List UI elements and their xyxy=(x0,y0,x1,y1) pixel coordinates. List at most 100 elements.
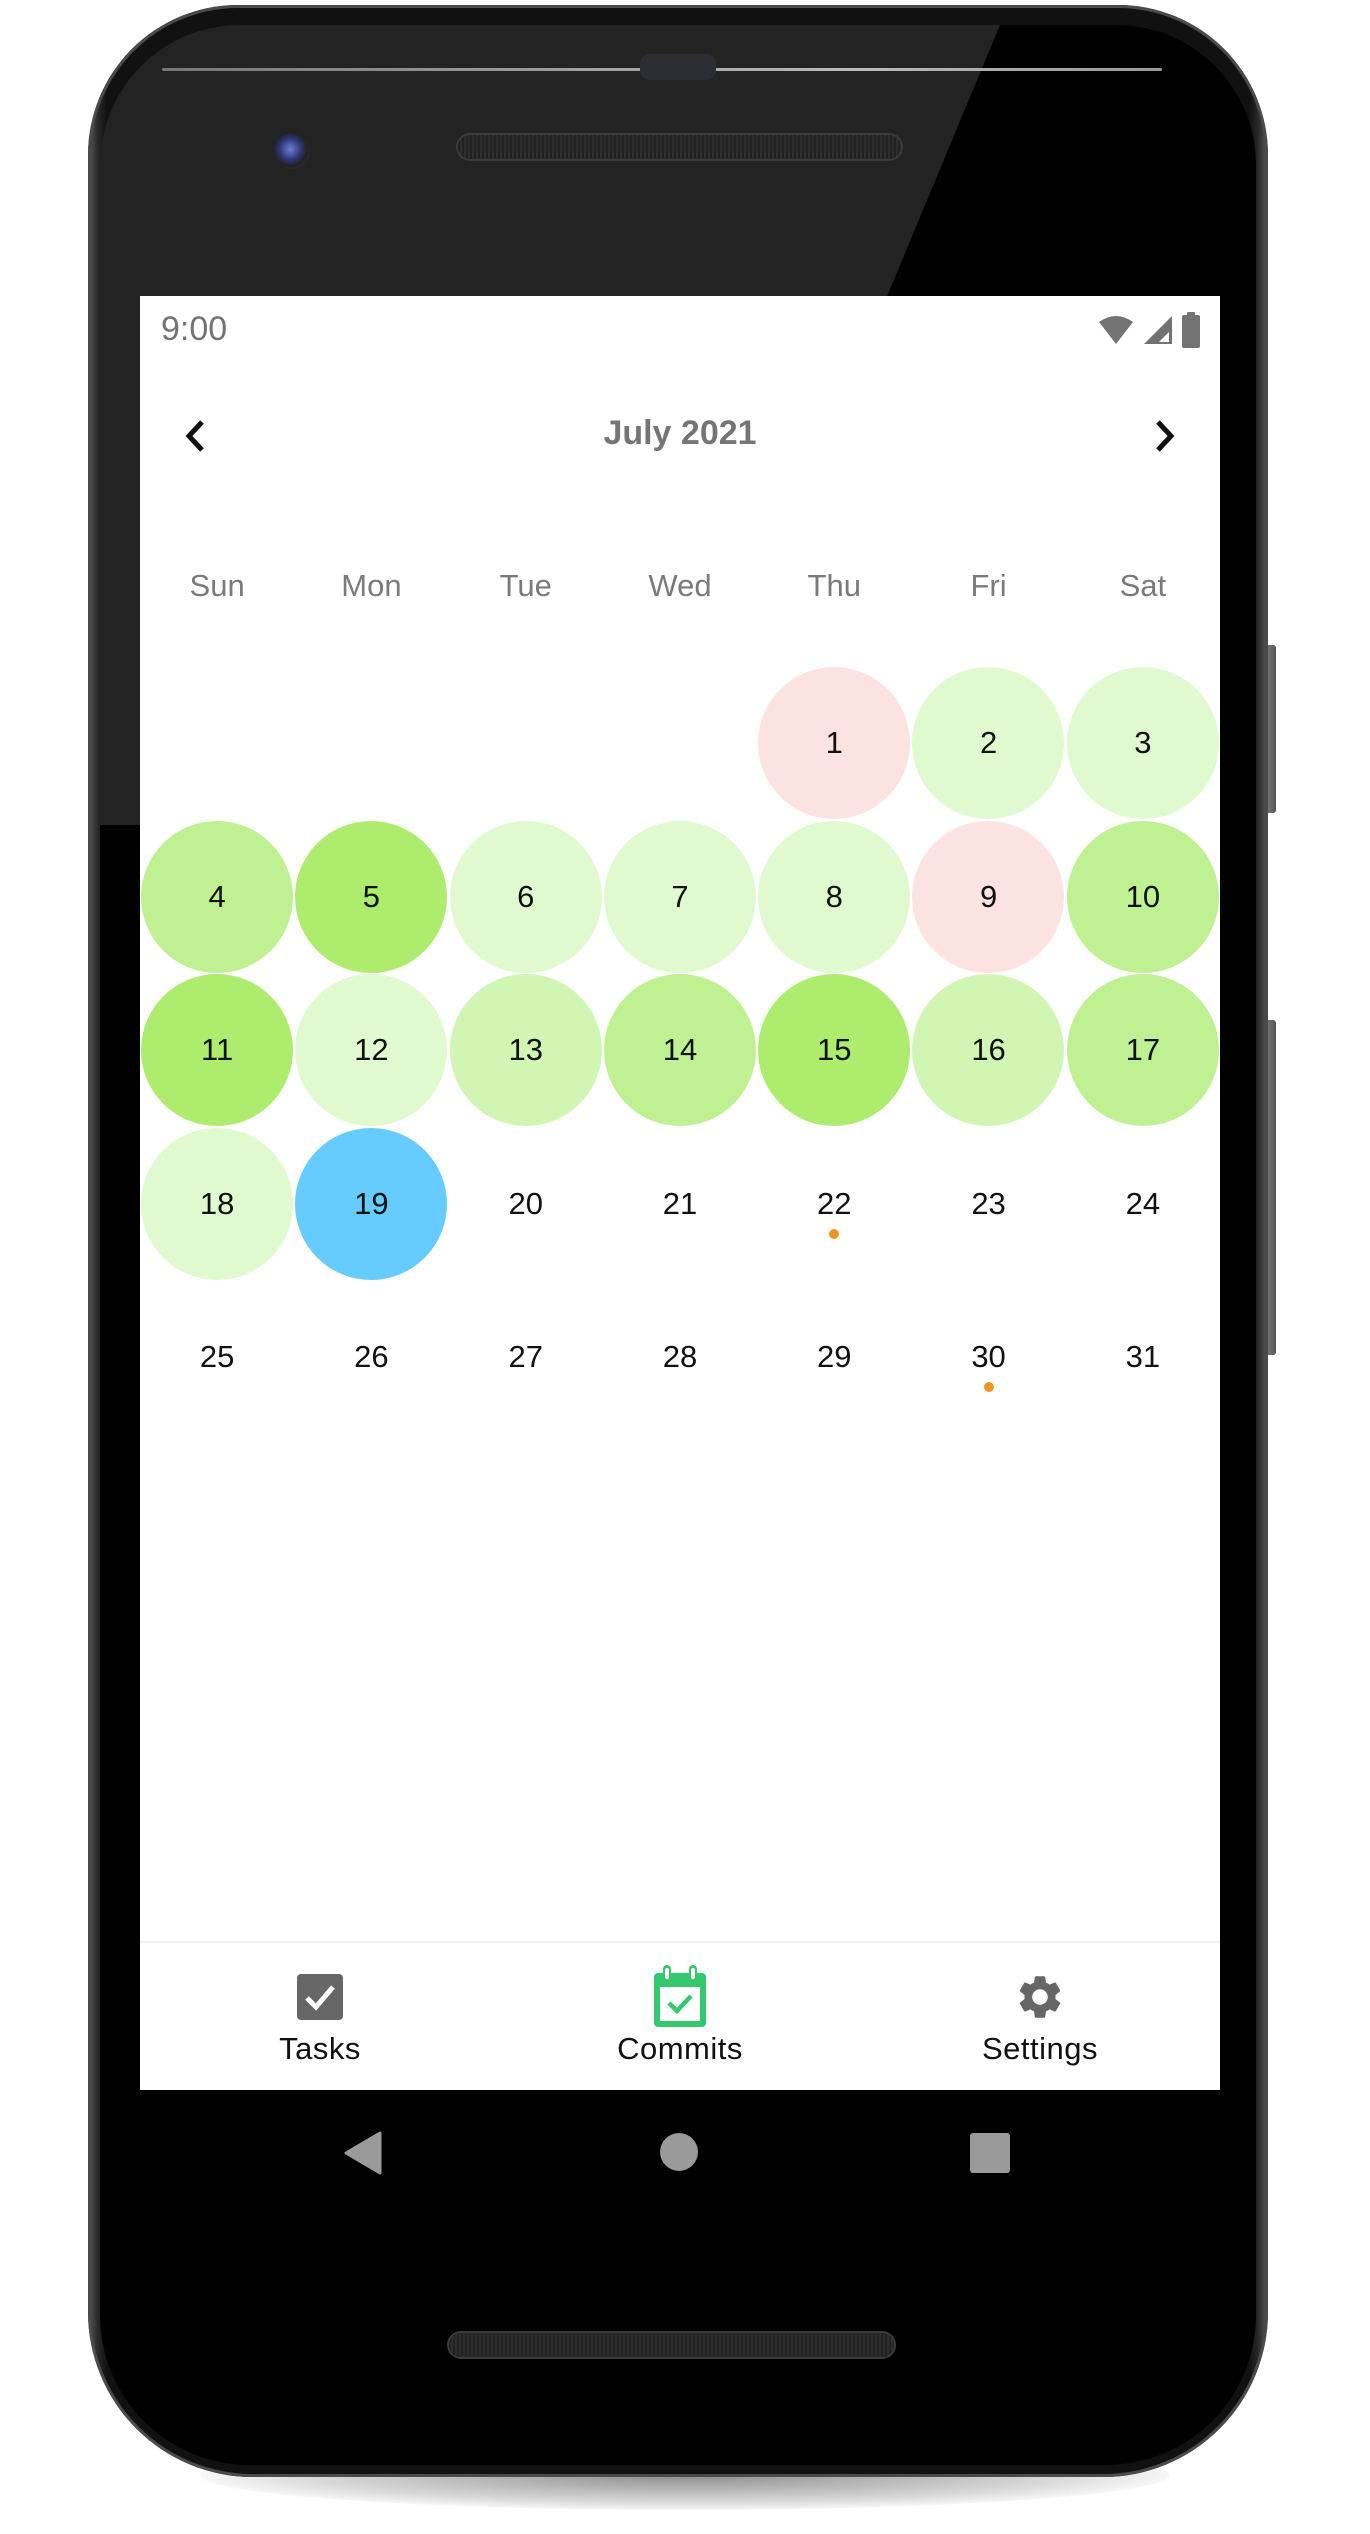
calendar-day[interactable]: 1 xyxy=(757,666,911,820)
calendar-day[interactable]: 5 xyxy=(294,820,448,974)
day-number: 29 xyxy=(817,1339,852,1374)
day-number: 1 xyxy=(825,725,843,760)
calendar-day[interactable]: 23 xyxy=(911,1127,1065,1281)
calendar-day[interactable]: 24 xyxy=(1066,1127,1220,1281)
day-number: 3 xyxy=(1134,725,1152,760)
status-icons xyxy=(1098,310,1200,350)
checkbox-icon xyxy=(297,1974,343,2020)
system-back-button[interactable] xyxy=(344,2131,382,2180)
day-number: 13 xyxy=(508,1032,543,1067)
chevron-right-icon xyxy=(1156,420,1175,452)
calendar-day[interactable]: 3 xyxy=(1066,666,1220,820)
weekday-label: Sun xyxy=(189,568,245,603)
calendar-day[interactable]: 25 xyxy=(140,1280,294,1434)
month-title: July 2021 xyxy=(603,414,757,452)
day-number: 8 xyxy=(825,878,843,914)
month-header: July 2021 xyxy=(140,396,1220,476)
recents-icon xyxy=(970,2133,1010,2173)
calendar-day[interactable]: 29 xyxy=(757,1280,911,1434)
day-number: 24 xyxy=(1125,1185,1161,1221)
calendar-day[interactable]: 18 xyxy=(140,1127,294,1281)
day-number: 25 xyxy=(199,1339,235,1374)
day-number: 23 xyxy=(971,1185,1006,1221)
calendar-day[interactable]: 22 xyxy=(757,1127,911,1281)
bottom-speaker xyxy=(449,2333,894,2357)
day-number: 6 xyxy=(517,878,535,914)
day-number: 7 xyxy=(671,878,689,914)
calendar-day[interactable]: 26 xyxy=(294,1280,448,1434)
event-dot xyxy=(983,1382,994,1392)
day-number: 17 xyxy=(1125,1032,1161,1067)
battery-icon xyxy=(1182,312,1200,348)
front-camera xyxy=(274,133,310,169)
day-number: 27 xyxy=(508,1339,543,1374)
tab-label: Tasks xyxy=(279,2031,361,2066)
day-number: 21 xyxy=(662,1185,698,1221)
calendar-check-icon xyxy=(654,1965,706,2027)
day-number: 15 xyxy=(817,1032,852,1067)
day-number: 5 xyxy=(362,878,381,914)
tab-label: Commits xyxy=(617,2031,743,2066)
calendar-day[interactable]: 6 xyxy=(449,820,603,974)
calendar-day[interactable]: 4 xyxy=(140,820,294,974)
calendar-day[interactable]: 20 xyxy=(449,1127,603,1281)
calendar-day[interactable]: 2 xyxy=(911,666,1065,820)
wifi-icon xyxy=(1099,316,1133,344)
proximity-sensor xyxy=(640,54,716,80)
day-number: 18 xyxy=(199,1185,235,1221)
calendar-day[interactable]: 21 xyxy=(603,1127,757,1281)
weekday-label: Tue xyxy=(499,568,552,603)
day-number: 30 xyxy=(971,1339,1006,1374)
weekday-label: Mon xyxy=(341,568,402,603)
day-number: 9 xyxy=(979,878,998,914)
day-number: 31 xyxy=(1125,1339,1161,1374)
calendar-day[interactable]: 9 xyxy=(911,820,1065,974)
calendar-day[interactable]: 15 xyxy=(757,973,911,1127)
calendar-day[interactable]: 12 xyxy=(294,973,448,1127)
tab-label: Settings xyxy=(981,2031,1098,2066)
bottom-tab-bar: Tasks Commits Settings xyxy=(140,1941,1220,2090)
day-number: 4 xyxy=(208,878,226,914)
calendar-day[interactable]: 19 xyxy=(294,1127,448,1281)
system-recents-button[interactable] xyxy=(970,2133,1010,2178)
day-number: 16 xyxy=(971,1032,1006,1067)
calendar-day[interactable]: 10 xyxy=(1066,820,1220,974)
calendar-day[interactable]: 28 xyxy=(603,1280,757,1434)
tab-tasks[interactable]: Tasks xyxy=(140,1943,500,2090)
day-number: 19 xyxy=(354,1185,389,1221)
tab-commits[interactable]: Commits xyxy=(500,1943,860,2090)
day-number: 2 xyxy=(979,725,998,760)
weekday-label: Wed xyxy=(648,568,712,603)
calendar-day[interactable]: 13 xyxy=(449,973,603,1127)
day-number: 11 xyxy=(201,1032,234,1067)
calendar-day[interactable]: 31 xyxy=(1066,1280,1220,1434)
calendar-day[interactable]: 11 xyxy=(140,973,294,1127)
day-number: 14 xyxy=(662,1032,698,1067)
next-month-button[interactable] xyxy=(1140,416,1190,456)
calendar-day[interactable]: 27 xyxy=(449,1280,603,1434)
weekday-header: Sun Mon Tue Wed Thu Fri Sat xyxy=(140,568,1220,604)
gear-icon xyxy=(1019,1976,1061,2018)
status-time: 9:00 xyxy=(161,310,228,348)
day-number: 26 xyxy=(354,1339,389,1374)
day-number: 10 xyxy=(1125,878,1161,914)
system-home-button[interactable] xyxy=(659,2132,699,2177)
earpiece-speaker xyxy=(458,135,901,159)
calendar-day[interactable]: 14 xyxy=(603,973,757,1127)
back-icon xyxy=(344,2131,382,2175)
calendar-day[interactable]: 17 xyxy=(1066,973,1220,1127)
tab-settings[interactable]: Settings xyxy=(860,1943,1220,2090)
calendar-day[interactable]: 8 xyxy=(757,820,911,974)
day-number: 20 xyxy=(508,1185,543,1221)
weekday-label: Sat xyxy=(1119,568,1167,603)
event-dot xyxy=(829,1228,840,1239)
app-screen: 9:00 July 2021 Sun Mon Tue Wed Thu Fri S… xyxy=(140,296,1220,2090)
status-bar: 9:00 xyxy=(140,296,1220,360)
calendar-day[interactable]: 7 xyxy=(603,820,757,974)
weekday-label: Thu xyxy=(807,568,861,603)
calendar-day[interactable]: 16 xyxy=(911,973,1065,1127)
day-number: 22 xyxy=(817,1185,852,1221)
weekday-label: Fri xyxy=(970,568,1007,603)
calendar-day[interactable]: 30 xyxy=(911,1280,1065,1434)
home-icon xyxy=(660,2133,698,2171)
